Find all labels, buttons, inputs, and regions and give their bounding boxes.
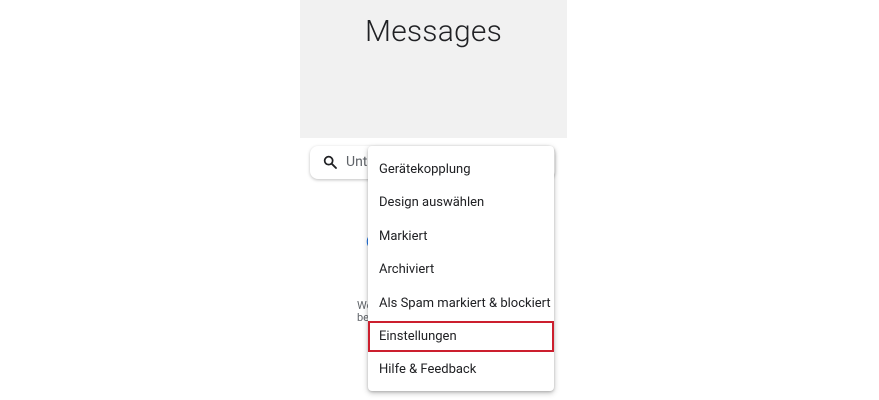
overflow-menu: Gerätekopplung Design auswählen Markiert…: [368, 146, 554, 391]
app-header: Messages: [300, 0, 567, 138]
search-icon: [323, 155, 337, 169]
menu-item-choose-theme[interactable]: Design auswählen: [368, 186, 554, 219]
menu-item-starred[interactable]: Markiert: [368, 220, 554, 253]
menu-item-help-feedback[interactable]: Hilfe & Feedback: [368, 353, 554, 386]
menu-item-spam-blocked[interactable]: Als Spam markiert & blockiert: [368, 287, 554, 320]
menu-item-archived[interactable]: Archiviert: [368, 253, 554, 286]
menu-item-settings[interactable]: Einstellungen: [368, 320, 554, 353]
menu-item-device-pairing[interactable]: Gerätekopplung: [368, 153, 554, 186]
app-title: Messages: [365, 14, 502, 49]
